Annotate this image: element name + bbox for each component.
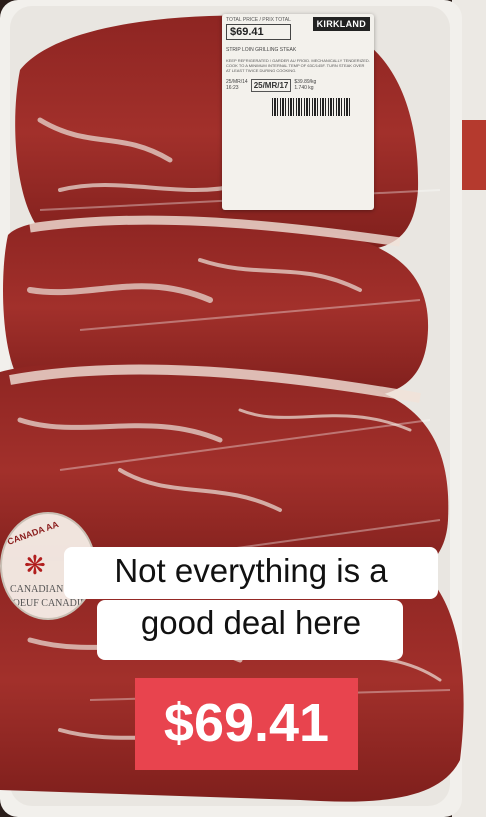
maple-leaf-icon: ❋ xyxy=(24,550,46,580)
caption-line1: Not everything is a xyxy=(114,552,388,589)
handling-instructions: KEEP REFRIGERATED / GARDER AU FROID. MEC… xyxy=(226,58,370,73)
video-frame: TOTAL PRICE / PRIX TOTAL $69.41 KIRKLAND… xyxy=(0,0,486,817)
package-price: $69.41 xyxy=(226,24,291,40)
package-price-label: TOTAL PRICE / PRIX TOTAL $69.41 KIRKLAND… xyxy=(222,14,374,210)
price-overlay: $69.41 xyxy=(163,693,330,753)
product-name: STRIP LOIN GRILLING STEAK xyxy=(226,47,297,53)
barcode xyxy=(272,98,350,116)
price-label-heading: TOTAL PRICE / PRIX TOTAL xyxy=(226,17,291,23)
caption-line2: good deal here xyxy=(140,604,362,641)
net-weight: 1.740 kg xyxy=(294,85,314,91)
packed-time: 16:23 xyxy=(226,85,239,91)
best-before-date: 25/MR/17 xyxy=(250,79,292,92)
kirkland-logo: KIRKLAND xyxy=(312,17,370,31)
